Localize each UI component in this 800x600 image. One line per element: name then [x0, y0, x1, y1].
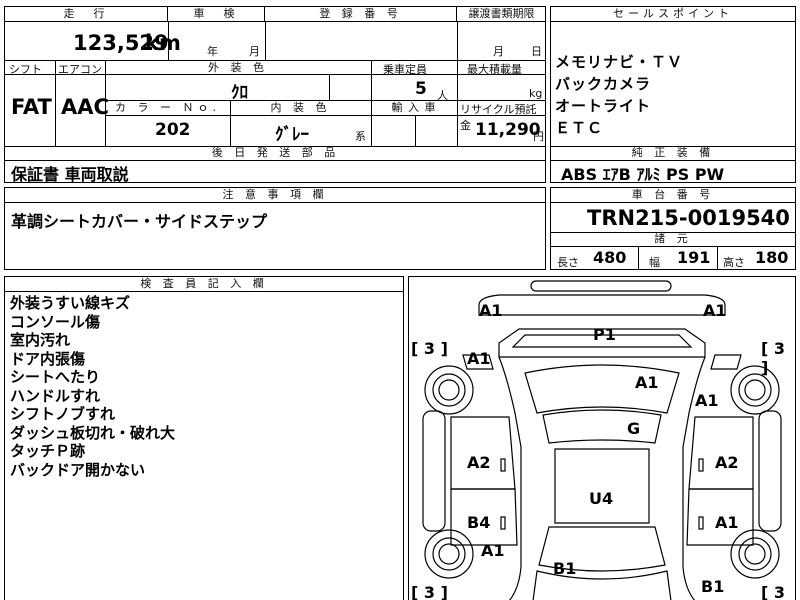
tire-front-right: [ 3 ] [761, 339, 786, 377]
selling-points-header: セールスポイント [551, 7, 795, 22]
damage-fender-left: A1 [467, 349, 491, 368]
selling-point-item: オートライト [555, 97, 652, 115]
spec-block: 走 行 車 検 登 録 番 号 譲渡書類期限 123,529 km 年 月 月 … [4, 6, 546, 184]
notes-block: 注 意 事 項 欄 革調シートカバー・サイドステップ [4, 187, 546, 270]
damage-front-left: A1 [479, 301, 503, 320]
inspection-year-unit: 年 [207, 45, 218, 58]
color-no-value: 202 [155, 120, 191, 140]
inspector-item: ハンドルすれ [10, 386, 101, 405]
damage-fender-right: A1 [695, 391, 719, 410]
exterior-color-header: 外 装 色 [208, 61, 268, 74]
inspection-header: 車 検 [168, 7, 265, 22]
import-header: 輸 入 車 [391, 101, 437, 114]
transfer-day-unit: 日 [531, 45, 542, 58]
recycle-value: 11,290 [475, 120, 541, 140]
inspector-item: バックドア開かない [10, 460, 146, 479]
capacity-value: 5 [415, 79, 427, 99]
selling-point-item: ＥＴＣ [555, 119, 604, 137]
specs-header: 諸 元 [551, 232, 795, 247]
tire-rear-left: [ 3 ] [411, 583, 448, 600]
mileage-header: 走 行 [5, 7, 168, 22]
transfer-header: 譲渡書類期限 [457, 7, 546, 22]
inspector-item: シフトノブすれ [10, 405, 116, 423]
inspector-item: シートへたり [10, 368, 101, 386]
recycle-unit: 円 [533, 130, 544, 143]
later-parts-header: 後 日 発 送 部 品 [5, 146, 546, 161]
selling-point-item: バックカメラ [555, 75, 652, 93]
inspector-item: コンソール傷 [10, 312, 101, 331]
registration-header: 登 録 番 号 [265, 7, 457, 22]
damage-front-door-right: A2 [715, 453, 739, 472]
tire-front-left: [ 3 ] [411, 339, 448, 358]
inspector-item: タッチＰ跡 [10, 442, 86, 460]
selling-points-list: メモリナビ・ＴＶ バックカメラ オートライト ＥＴＣ [555, 51, 683, 139]
damage-windshield-right: A1 [635, 373, 659, 392]
width-label: 幅 [649, 256, 660, 269]
interior-color-header: 内 装 色 [270, 101, 331, 114]
damage-diagram: [ 3 ] [ 3 ] [ 3 ] [ 3 ] A1 A1 P1 A1 A1 A… [408, 276, 796, 600]
genuine-equipment-value: ABS ｴｱB ｱﾙﾐ PS PW [561, 165, 725, 184]
aircon-value: AAC [61, 95, 109, 119]
notes-header: 注 意 事 項 欄 [5, 188, 545, 203]
inspection-month-unit: 月 [249, 45, 260, 58]
inspector-block: 検 査 員 記 入 欄 外装うすい線キズ コンソール傷 室内汚れ ドア内張傷 シ… [4, 276, 404, 600]
mileage-unit: km [145, 31, 181, 55]
damage-rear-bumper-right: B1 [701, 577, 725, 596]
inspector-item: ダッシュ板切れ・破れ大 [10, 423, 176, 442]
chassis-header: 車 台 番 号 [551, 188, 795, 203]
chassis-value: TRN215-0019540 [587, 206, 790, 230]
damage-front-right: A1 [703, 301, 727, 320]
max-load-unit: kg [529, 87, 543, 100]
damage-rear-gate: B1 [553, 559, 577, 578]
selling-points-block: セールスポイント メモリナビ・ＴＶ バックカメラ オートライト ＥＴＣ 純 正 … [550, 6, 796, 184]
height-label: 高さ [723, 256, 745, 269]
damage-interior: U4 [589, 489, 614, 508]
genuine-equipment-header: 純 正 装 備 [551, 146, 795, 161]
width-value: 191 [677, 248, 711, 267]
inspector-item: ドア内張傷 [10, 349, 86, 368]
transfer-month-unit: 月 [493, 45, 504, 58]
inspector-list: 外装うすい線キズ コンソール傷 室内汚れ ドア内張傷 シートへたり ハンドルすれ… [10, 294, 175, 479]
notes-value: 革調シートカバー・サイドステップ [11, 212, 268, 231]
inspector-item: 外装うすい線キズ [10, 294, 131, 312]
damage-front-door-left: A2 [467, 453, 491, 472]
shift-value: FAT [11, 95, 52, 119]
damage-rear-fender-left: A1 [481, 541, 505, 560]
damage-roof: G [627, 419, 641, 438]
length-label: 長さ [557, 256, 579, 269]
damage-bonnet: P1 [593, 325, 616, 344]
inspector-header: 検 査 員 記 入 欄 [5, 277, 403, 292]
selling-point-item: メモリナビ・ＴＶ [555, 53, 684, 71]
tire-rear-right: [ 3 ] [761, 583, 786, 600]
interior-color-suffix: 系 [355, 130, 366, 143]
length-value: 480 [593, 248, 627, 267]
later-parts-value: 保証書 車両取説 [11, 165, 129, 184]
height-value: 180 [755, 248, 789, 267]
inspector-item: 室内汚れ [10, 331, 71, 349]
interior-color-value: ｸﾞﾚｰ [275, 125, 309, 145]
damage-rear-door-left: B4 [467, 513, 491, 532]
color-no-header: カ ラ ー Ｎｏ. [115, 101, 220, 114]
damage-rear-door-right: A1 [715, 513, 739, 532]
chassis-block: 車 台 番 号 TRN215-0019540 諸 元 長さ 480 幅 191 … [550, 187, 796, 270]
